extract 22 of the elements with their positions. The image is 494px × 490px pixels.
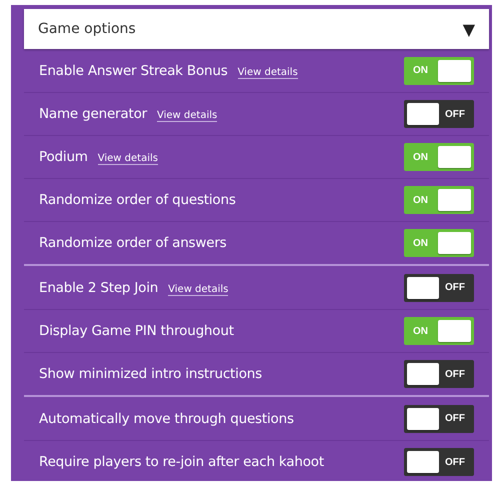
view-details-link[interactable]: View details	[238, 66, 298, 78]
dropdown-title: Game options	[38, 21, 136, 37]
dropdown-header[interactable]: Game options ▼	[24, 9, 489, 49]
option-label: Show minimized intro instructions	[39, 366, 262, 382]
option-label: Randomize order of questions	[39, 192, 236, 208]
view-details-link[interactable]: View details	[98, 153, 158, 165]
toggle-switch[interactable]: OFF	[404, 274, 474, 302]
toggle-switch[interactable]: OFF	[404, 448, 474, 476]
caret-icon: ▼	[462, 20, 475, 38]
option-label: Enable 2 Step Join	[39, 280, 158, 296]
option-label: Display Game PIN throughout	[39, 323, 234, 339]
option-label: Randomize order of answers	[39, 235, 227, 251]
view-details-link[interactable]: View details	[168, 284, 228, 296]
option-label: Name generator	[39, 106, 147, 122]
toggle-switch[interactable]: OFF	[404, 100, 474, 128]
option-label: Enable Answer Streak Bonus	[39, 62, 228, 78]
view-details-link[interactable]: View details	[156, 110, 218, 122]
option-label: Podium	[39, 149, 88, 165]
option-label: Require players to re-join after each kahoot	[39, 454, 324, 470]
toggle-switch[interactable]: OFF	[404, 404, 474, 432]
toggle-switch[interactable]: OFF	[404, 360, 474, 388]
option-label: Automatically move through questions	[39, 410, 294, 426]
